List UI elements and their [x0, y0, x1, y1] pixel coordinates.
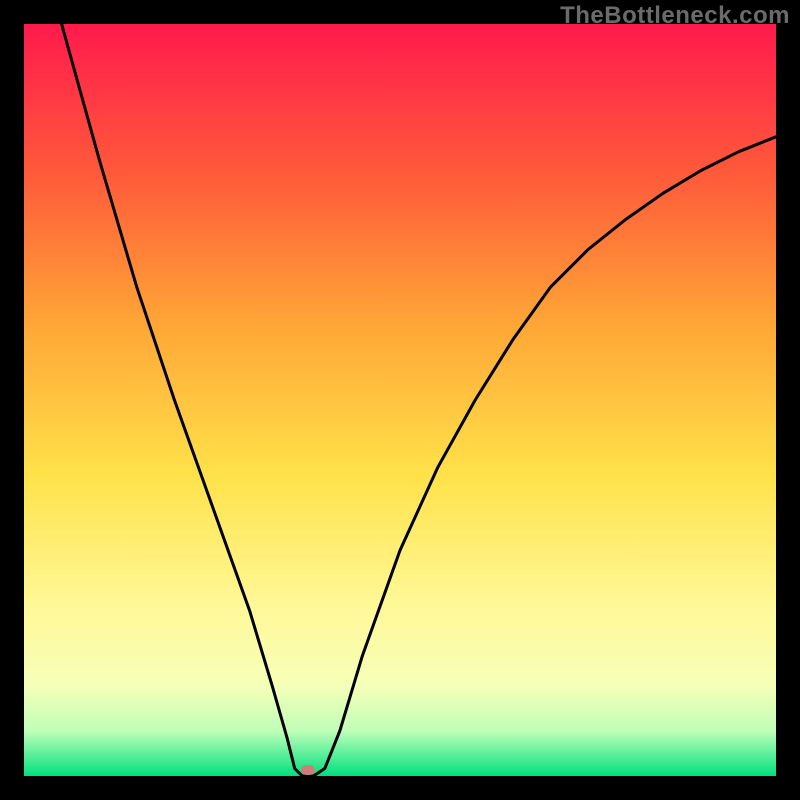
chart-svg [24, 24, 776, 776]
optimum-marker [301, 765, 315, 775]
plot-area [24, 24, 776, 776]
gradient-background [24, 24, 776, 776]
chart-frame: TheBottleneck.com [0, 0, 800, 800]
watermark-text: TheBottleneck.com [560, 2, 790, 30]
